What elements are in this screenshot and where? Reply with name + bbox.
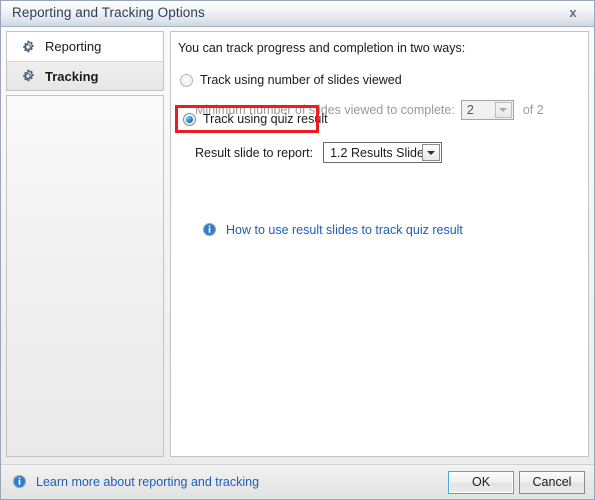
sidebar-item-label: Tracking <box>45 68 99 84</box>
gear-icon <box>20 68 36 84</box>
radio-quiz-result[interactable] <box>183 112 196 126</box>
minimum-slides-dropdown: 2 <box>460 100 514 120</box>
footer-bar: Learn more about reporting and tracking … <box>1 464 594 499</box>
cancel-button[interactable]: Cancel <box>519 471 585 494</box>
minimum-slides-value: 2 <box>466 103 474 117</box>
info-icon <box>12 474 27 489</box>
sidebar-empty-panel <box>6 95 164 457</box>
result-slide-value: 1.2 Results Slide <box>330 145 424 160</box>
chevron-down-icon[interactable] <box>422 144 441 161</box>
result-slide-row: Result slide to report: 1.2 Results Slid… <box>195 142 443 163</box>
result-slide-label: Result slide to report: <box>195 145 314 160</box>
radio-slides-viewed-label[interactable]: Track using number of slides viewed <box>200 73 402 87</box>
dialog-body: Reporting Tracking You can track progres… <box>1 27 594 464</box>
sidebar-item-reporting[interactable]: Reporting <box>6 31 164 61</box>
radio-option-slides-viewed[interactable]: Track using number of slides viewed <box>180 73 402 87</box>
ok-button[interactable]: OK <box>448 471 514 494</box>
sidebar: Reporting Tracking <box>1 27 169 464</box>
intro-text: You can track progress and completion in… <box>178 41 466 55</box>
total-slides-suffix: of 2 <box>522 103 544 117</box>
chevron-down-icon <box>494 102 512 118</box>
help-link[interactable]: How to use result slides to track quiz r… <box>226 223 463 237</box>
window-title: Reporting and Tracking Options <box>12 5 205 20</box>
gear-icon <box>20 39 36 55</box>
title-bar: Reporting and Tracking Options x <box>1 1 594 27</box>
help-link-row: How to use result slides to track quiz r… <box>202 222 463 237</box>
radio-slides-viewed[interactable] <box>180 73 193 87</box>
content-panel: You can track progress and completion in… <box>170 31 589 457</box>
learn-more-link[interactable]: Learn more about reporting and tracking <box>36 475 259 489</box>
info-icon <box>202 222 217 237</box>
learn-more-row: Learn more about reporting and tracking <box>12 474 259 489</box>
sidebar-item-tracking[interactable]: Tracking <box>6 61 164 91</box>
sidebar-item-label: Reporting <box>45 39 102 54</box>
close-icon[interactable]: x <box>560 3 586 23</box>
radio-quiz-result-label[interactable]: Track using quiz result <box>203 112 328 126</box>
reporting-tracking-options-dialog: Reporting and Tracking Options x Reporti… <box>0 0 595 500</box>
radio-option-quiz-result[interactable]: Track using quiz result <box>183 112 328 126</box>
result-slide-dropdown[interactable]: 1.2 Results Slide <box>323 142 443 163</box>
